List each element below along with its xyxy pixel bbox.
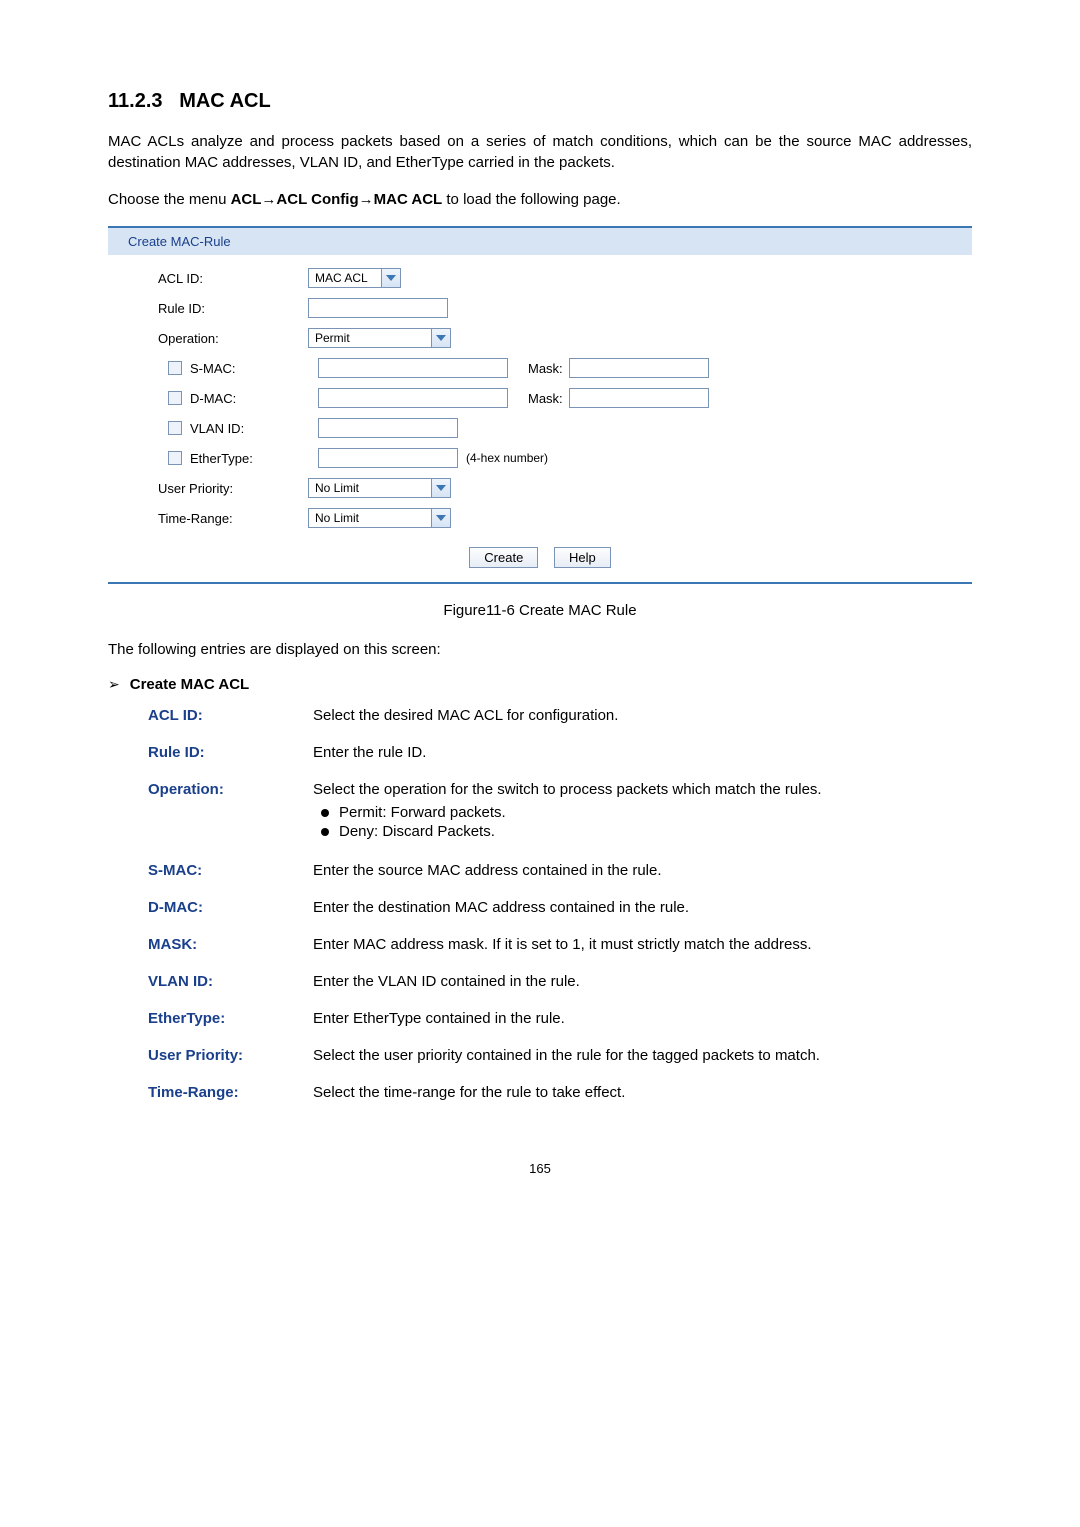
definition-row: Rule ID:Enter the rule ID. [108, 744, 972, 761]
definition-description: Enter EtherType contained in the rule. [313, 1010, 972, 1027]
ethertype-input[interactable] [318, 448, 458, 468]
definition-row: D-MAC:Enter the destination MAC address … [108, 899, 972, 916]
dmac-mask-label: Mask: [528, 391, 563, 406]
button-row: Create Help [108, 533, 972, 568]
definition-term: ACL ID: [148, 707, 313, 724]
section-number: 11.2.3 [108, 90, 163, 112]
dmac-toggle[interactable]: D-MAC: [158, 391, 318, 406]
definition-row: MASK:Enter MAC address mask. If it is se… [108, 936, 972, 953]
definition-bullet: Permit: Forward packets. [313, 804, 972, 821]
row-operation: Operation: Permit [108, 323, 972, 353]
operation-select[interactable]: Permit [308, 328, 451, 348]
create-button[interactable]: Create [469, 547, 538, 568]
panel-header: Create MAC-Rule [108, 228, 972, 255]
document-page: 11.2.3 MAC ACL MAC ACLs analyze and proc… [0, 0, 1080, 1216]
definition-term: Operation: [148, 781, 313, 842]
row-acl-id: ACL ID: MAC ACL [108, 263, 972, 293]
row-dmac: D-MAC: Mask: [108, 383, 972, 413]
definition-description: Enter the rule ID. [313, 744, 972, 761]
smac-mask-input[interactable] [569, 358, 709, 378]
definition-row: Operation:Select the operation for the s… [108, 781, 972, 842]
ethertype-note: (4-hex number) [466, 451, 548, 465]
label-ethertype: EtherType: [190, 451, 253, 466]
menu-instruction: Choose the menu ACL→ACL Config→MAC ACL t… [108, 191, 972, 208]
row-rule-id: Rule ID: [108, 293, 972, 323]
definition-description: Enter the source MAC address contained i… [313, 862, 972, 879]
definition-description: Select the time-range for the rule to ta… [313, 1084, 972, 1101]
chevron-down-icon [431, 509, 450, 527]
rule-id-input[interactable] [308, 298, 448, 318]
section-heading: 11.2.3 MAC ACL [108, 90, 972, 113]
section-title: MAC ACL [179, 90, 270, 112]
label-operation: Operation: [158, 331, 308, 346]
definition-term: MASK: [148, 936, 313, 953]
definition-row: User Priority:Select the user priority c… [108, 1047, 972, 1064]
definition-row: Time-Range:Select the time-range for the… [108, 1084, 972, 1101]
smac-checkbox[interactable] [168, 361, 182, 375]
ethertype-checkbox[interactable] [168, 451, 182, 465]
definition-term: Time-Range: [148, 1084, 313, 1101]
dmac-checkbox[interactable] [168, 391, 182, 405]
definition-row: ACL ID:Select the desired MAC ACL for co… [108, 707, 972, 724]
definition-term: S-MAC: [148, 862, 313, 879]
smac-mask-label: Mask: [528, 361, 563, 376]
definition-heading: ➢ Create MAC ACL [108, 676, 972, 693]
intro-paragraph: MAC ACLs analyze and process packets bas… [108, 131, 972, 173]
row-user-priority: User Priority: No Limit [108, 473, 972, 503]
label-acl-id: ACL ID: [158, 271, 308, 286]
definition-description: Enter the VLAN ID contained in the rule. [313, 973, 972, 990]
label-user-priority: User Priority: [158, 481, 308, 496]
smac-toggle[interactable]: S-MAC: [158, 361, 318, 376]
definition-row: S-MAC:Enter the source MAC address conta… [108, 862, 972, 879]
definition-term: VLAN ID: [148, 973, 313, 990]
time-range-select[interactable]: No Limit [308, 508, 451, 528]
time-range-value: No Limit [309, 511, 431, 525]
definition-term: EtherType: [148, 1010, 313, 1027]
arrow-right-icon: ➢ [108, 676, 120, 693]
row-time-range: Time-Range: No Limit [108, 503, 972, 533]
acl-id-select[interactable]: MAC ACL [308, 268, 401, 288]
chevron-down-icon [381, 269, 400, 287]
user-priority-value: No Limit [309, 481, 431, 495]
create-mac-rule-panel: Create MAC-Rule ACL ID: MAC ACL Rule ID:… [108, 226, 972, 584]
definition-term: Rule ID: [148, 744, 313, 761]
vlanid-input[interactable] [318, 418, 458, 438]
dmac-input[interactable] [318, 388, 508, 408]
label-rule-id: Rule ID: [158, 301, 308, 316]
label-vlanid: VLAN ID: [190, 421, 244, 436]
vlanid-checkbox[interactable] [168, 421, 182, 435]
definition-term: User Priority: [148, 1047, 313, 1064]
definition-heading-text: Create MAC ACL [130, 676, 249, 693]
ethertype-toggle[interactable]: EtherType: [158, 451, 318, 466]
screen-intro: The following entries are displayed on t… [108, 641, 972, 658]
smac-input[interactable] [318, 358, 508, 378]
dmac-mask-input[interactable] [569, 388, 709, 408]
row-smac: S-MAC: Mask: [108, 353, 972, 383]
panel-body: ACL ID: MAC ACL Rule ID: Operation: Perm… [108, 255, 972, 582]
row-ethertype: EtherType: (4-hex number) [108, 443, 972, 473]
row-vlan-id: VLAN ID: [108, 413, 972, 443]
definition-description: Select the desired MAC ACL for configura… [313, 707, 972, 724]
label-smac: S-MAC: [190, 361, 236, 376]
definition-description: Select the user priority contained in th… [313, 1047, 972, 1064]
chevron-down-icon [431, 479, 450, 497]
definition-term: D-MAC: [148, 899, 313, 916]
help-button[interactable]: Help [554, 547, 611, 568]
acl-id-value: MAC ACL [309, 271, 381, 285]
definition-description: Enter the destination MAC address contai… [313, 899, 972, 916]
definition-description: Select the operation for the switch to p… [313, 781, 972, 842]
definition-description: Enter MAC address mask. If it is set to … [313, 936, 972, 953]
page-number: 165 [108, 1161, 972, 1176]
definition-row: VLAN ID:Enter the VLAN ID contained in t… [108, 973, 972, 990]
label-dmac: D-MAC: [190, 391, 236, 406]
user-priority-select[interactable]: No Limit [308, 478, 451, 498]
definition-bullet: Deny: Discard Packets. [313, 823, 972, 840]
menu-path: ACL→ACL Config→MAC ACL [231, 191, 443, 208]
definition-row: EtherType:Enter EtherType contained in t… [108, 1010, 972, 1027]
label-time-range: Time-Range: [158, 511, 308, 526]
chevron-down-icon [431, 329, 450, 347]
operation-value: Permit [309, 331, 431, 345]
figure-caption: Figure11-6 Create MAC Rule [108, 602, 972, 619]
vlanid-toggle[interactable]: VLAN ID: [158, 421, 318, 436]
